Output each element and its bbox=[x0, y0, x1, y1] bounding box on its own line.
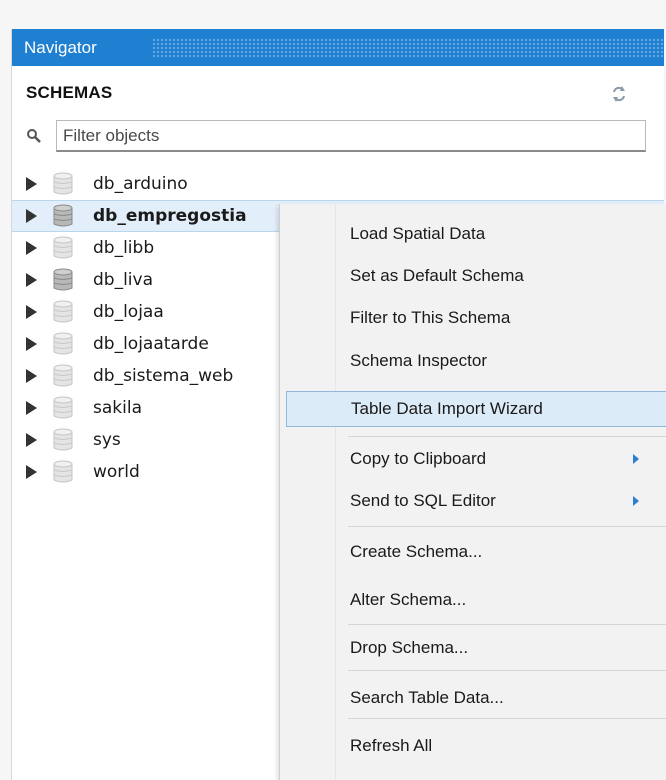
expand-arrow-icon[interactable] bbox=[26, 337, 37, 351]
expand-arrow-icon[interactable] bbox=[26, 209, 37, 223]
filter-objects-input[interactable] bbox=[56, 120, 646, 152]
menu-item-label: Filter to This Schema bbox=[350, 308, 511, 327]
expand-arrow-icon[interactable] bbox=[26, 433, 37, 447]
database-icon bbox=[52, 460, 74, 484]
schema-name: db_lojaatarde bbox=[93, 334, 209, 354]
schemas-label: SCHEMAS bbox=[26, 83, 113, 102]
menu-item[interactable]: Search Table Data... bbox=[286, 680, 666, 716]
search-icon bbox=[27, 129, 41, 143]
menu-item[interactable]: Send to SQL Editor bbox=[286, 483, 666, 519]
schema-name: sakila bbox=[93, 398, 142, 418]
menu-item-label: Copy to Clipboard bbox=[350, 449, 487, 468]
menu-item-label: Set as Default Schema bbox=[350, 266, 524, 285]
menu-item-label: Schema Inspector bbox=[350, 351, 488, 370]
submenu-arrow-icon bbox=[633, 454, 639, 464]
menu-item[interactable]: Copy to Clipboard bbox=[286, 441, 666, 477]
workbench-window: Navigator SCHEMAS db_arduino bbox=[0, 0, 666, 780]
menu-item[interactable]: Refresh All bbox=[286, 728, 666, 764]
menu-item-label: Drop Schema... bbox=[350, 638, 469, 657]
menu-item[interactable]: Table Data Import Wizard bbox=[286, 391, 666, 427]
menu-item-label: Load Spatial Data bbox=[350, 224, 486, 243]
menu-item[interactable]: Schema Inspector bbox=[286, 343, 666, 379]
menu-item-label: Search Table Data... bbox=[350, 688, 504, 707]
menu-separator bbox=[348, 670, 666, 671]
submenu-arrow-icon bbox=[633, 496, 639, 506]
database-icon bbox=[52, 268, 74, 292]
database-icon bbox=[52, 204, 74, 228]
navigator-title: Navigator bbox=[24, 37, 103, 58]
menu-item[interactable]: Drop Schema... bbox=[286, 630, 666, 666]
schema-name: db_arduino bbox=[93, 174, 188, 194]
database-icon bbox=[52, 364, 74, 388]
menu-item-label: Refresh All bbox=[350, 736, 433, 755]
menu-item-label: Create Schema... bbox=[350, 542, 483, 561]
menu-item[interactable]: Create Schema... bbox=[286, 534, 666, 570]
expand-arrow-icon[interactable] bbox=[26, 305, 37, 319]
expand-arrow-icon[interactable] bbox=[26, 465, 37, 479]
schema-name: db_empregostia bbox=[93, 206, 247, 226]
filter-row bbox=[26, 120, 666, 154]
menu-item[interactable]: Filter to This Schema bbox=[286, 300, 666, 336]
menu-item-label: Send to SQL Editor bbox=[350, 491, 496, 510]
schema-name: db_liva bbox=[93, 270, 154, 290]
schemas-header: SCHEMAS bbox=[26, 83, 664, 107]
context-menu: Load Spatial Data Set as Default Schema Fi… bbox=[279, 204, 666, 780]
expand-arrow-icon[interactable] bbox=[26, 401, 37, 415]
expand-arrow-icon[interactable] bbox=[26, 369, 37, 383]
schema-name: db_libb bbox=[93, 238, 155, 258]
refresh-icon[interactable] bbox=[610, 85, 628, 103]
navigator-header: Navigator bbox=[12, 29, 664, 66]
menu-separator bbox=[348, 526, 666, 527]
header-grip[interactable] bbox=[152, 38, 664, 57]
expand-arrow-icon[interactable] bbox=[26, 273, 37, 287]
schema-name: world bbox=[93, 462, 140, 482]
database-icon bbox=[52, 428, 74, 452]
menu-item[interactable]: Load Spatial Data bbox=[286, 216, 666, 252]
database-icon bbox=[52, 332, 74, 356]
menu-item[interactable]: Alter Schema... bbox=[286, 582, 666, 618]
database-icon bbox=[52, 300, 74, 324]
menu-item-label: Alter Schema... bbox=[350, 590, 467, 609]
database-icon bbox=[52, 236, 74, 260]
expand-arrow-icon[interactable] bbox=[26, 177, 37, 191]
database-icon bbox=[52, 396, 74, 420]
expand-arrow-icon[interactable] bbox=[26, 241, 37, 255]
database-icon bbox=[52, 172, 74, 196]
menu-item-label: Table Data Import Wizard bbox=[351, 399, 543, 418]
menu-separator bbox=[348, 624, 666, 625]
menu-separator bbox=[348, 718, 666, 719]
schema-tree-item[interactable]: db_arduino bbox=[12, 168, 664, 200]
schema-name: db_lojaa bbox=[93, 302, 164, 322]
menu-separator bbox=[348, 436, 666, 437]
schema-name: sys bbox=[93, 430, 121, 450]
schema-name: db_sistema_web bbox=[93, 366, 234, 386]
menu-item[interactable]: Set as Default Schema bbox=[286, 258, 666, 294]
